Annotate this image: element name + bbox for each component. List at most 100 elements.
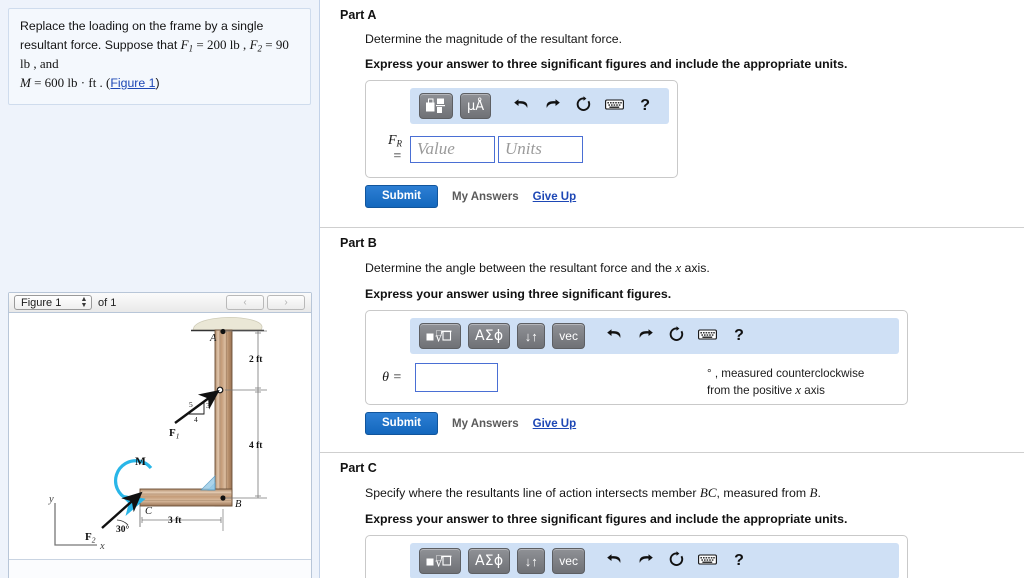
part-b-field-row: θ = ° , measured counterclockwise from t… [366, 354, 907, 404]
value-input[interactable]: Value [410, 135, 495, 163]
radical-template-icon[interactable]: √ □ [419, 323, 461, 349]
part-a-actions: Submit My Answers Give Up [365, 185, 1006, 208]
part-b-give-up-link[interactable]: Give Up [533, 418, 576, 430]
part-b-toolbar: √ □ ΑΣϕ ↓↑ vec ? [410, 318, 899, 354]
greek-letters-icon[interactable]: ΑΣϕ [468, 323, 511, 349]
part-c-section: Part C Specify where the resultants line… [320, 461, 1024, 578]
figure-panel: Figure 1 ▲ ▼ of 1 ‹ › A B C M F1 F2 2 ft… [8, 292, 312, 578]
undo-icon[interactable] [603, 551, 627, 571]
help-icon[interactable]: ? [727, 326, 751, 346]
f1-symbol: F [180, 36, 189, 52]
redo-icon[interactable] [634, 551, 658, 571]
part-b-prompt: Determine the angle between the resultan… [365, 260, 1006, 276]
dim-4ft: 4 ft [249, 441, 263, 451]
part-a-title: Part A [340, 8, 377, 22]
part-b-body: Determine the angle between the resultan… [340, 260, 1006, 435]
part-a-section: Part A Determine the magnitude of the re… [320, 8, 1024, 208]
triangle-3: 3 [206, 401, 210, 410]
stepper-icon: ▲ ▼ [80, 295, 88, 309]
frame-diagram-svg: A B C M F1 F2 2 ft 4 ft 3 ft 30° 5 3 4 y… [48, 317, 267, 552]
part-b-instruction: Express your answer using three signific… [365, 287, 672, 301]
part-b-field-label: θ = [376, 370, 410, 386]
page-root: Replace the loading on the frame by a si… [0, 0, 1024, 578]
part-b-my-answers-link[interactable]: My Answers [452, 418, 519, 430]
figure-nav-group: ‹ › [226, 295, 306, 310]
figure-canvas: A B C M F1 F2 2 ft 4 ft 3 ft 30° 5 3 4 y… [9, 313, 311, 559]
vertical-member-AB [214, 329, 233, 507]
triangle-4: 4 [194, 415, 198, 424]
part-b-submit-button[interactable]: Submit [365, 412, 438, 435]
part-c-title: Part C [340, 461, 377, 475]
part-a-answer-box: μÅ ? FR = Value Units [365, 80, 678, 178]
figure-next-button[interactable]: › [267, 295, 305, 310]
radical-template-icon[interactable]: √ □ [419, 548, 461, 574]
label-F1: F1 [169, 427, 179, 441]
help-icon[interactable]: ? [727, 551, 751, 571]
figure-panel-footer [9, 559, 311, 578]
part-a-submit-button[interactable]: Submit [365, 185, 438, 208]
redo-icon[interactable] [540, 96, 564, 116]
figure-toolbar: Figure 1 ▲ ▼ of 1 ‹ › [9, 293, 311, 313]
horizontal-member-CB [139, 488, 233, 507]
part-c-prompt-end: . [817, 486, 821, 500]
part-b-note-line2-post: axis [801, 383, 825, 397]
reset-icon[interactable] [571, 95, 595, 117]
part-a-field-row: FR = Value Units [366, 124, 677, 177]
problem-line-2: force. Suppose that [70, 37, 181, 52]
part-b-prompt-post: axis. [681, 261, 710, 275]
part-c-prompt-post: , measured from [716, 486, 810, 500]
vector-icon[interactable]: vec [552, 548, 585, 574]
angle-30: 30° [116, 524, 130, 535]
problem-statement-text: Replace the loading on the frame by a si… [20, 18, 299, 93]
part-a-instruction: Express your answer to three significant… [365, 57, 848, 71]
keyboard-icon[interactable] [602, 96, 626, 116]
m-symbol: M [20, 74, 31, 90]
help-icon[interactable]: ? [633, 96, 657, 116]
sort-arrows-icon[interactable]: ↓↑ [517, 548, 546, 574]
sort-arrows-icon[interactable]: ↓↑ [517, 323, 546, 349]
keyboard-icon[interactable] [696, 326, 720, 346]
axis-label-y: y [48, 494, 54, 505]
part-c-body: Specify where the resultants line of act… [340, 485, 1006, 578]
figure-prev-button[interactable]: ‹ [226, 295, 264, 310]
svg-text:□: □ [436, 554, 443, 562]
figure-select-value: Figure 1 [21, 296, 62, 309]
dim-2ft: 2 ft [249, 355, 263, 365]
fr-symbol: F [387, 133, 397, 148]
label-A: A [209, 333, 217, 344]
reset-icon[interactable] [665, 325, 689, 347]
figure-select[interactable]: Figure 1 ▲ ▼ [14, 295, 92, 310]
units-placeholder: Units [505, 139, 542, 158]
m-value: = 600 lb · ft . ( [30, 74, 111, 90]
redo-icon[interactable] [634, 326, 658, 346]
svg-text:□: □ [436, 329, 443, 337]
figure-count-label: of 1 [98, 296, 117, 309]
value-placeholder: Value [417, 139, 455, 158]
template-layout-icon[interactable] [419, 93, 453, 119]
undo-icon[interactable] [603, 326, 627, 346]
label-F2: F2 [85, 531, 96, 545]
divider-1 [320, 227, 1024, 228]
label-C: C [145, 506, 153, 517]
units-input[interactable]: Units [498, 135, 583, 163]
keyboard-icon[interactable] [696, 551, 720, 571]
theta-equals: = [389, 369, 402, 385]
part-a-prompt: Determine the magnitude of the resultant… [365, 32, 623, 46]
undo-icon[interactable] [509, 96, 533, 116]
axis-label-x: x [99, 541, 105, 552]
joint-A [220, 328, 226, 335]
vector-icon[interactable]: vec [552, 323, 585, 349]
part-a-give-up-link[interactable]: Give Up [533, 191, 576, 203]
reset-icon[interactable] [665, 550, 689, 572]
divider-2 [320, 452, 1024, 453]
part-b-answer-box: √ □ ΑΣϕ ↓↑ vec ? θ = ° , measured counte… [365, 310, 908, 405]
greek-letters-icon[interactable]: ΑΣϕ [468, 548, 511, 574]
theta-symbol: θ [382, 369, 390, 385]
figure-1-link[interactable]: Figure 1 [110, 76, 155, 90]
part-b-answer-input[interactable] [415, 363, 498, 392]
unit-symbol-icon[interactable]: μÅ [460, 93, 492, 119]
part-a-toolbar: μÅ ? [410, 88, 669, 124]
part-a-my-answers-link[interactable]: My Answers [452, 191, 519, 203]
left-sidebar: Replace the loading on the frame by a si… [0, 0, 320, 578]
ceiling-support [192, 317, 263, 331]
